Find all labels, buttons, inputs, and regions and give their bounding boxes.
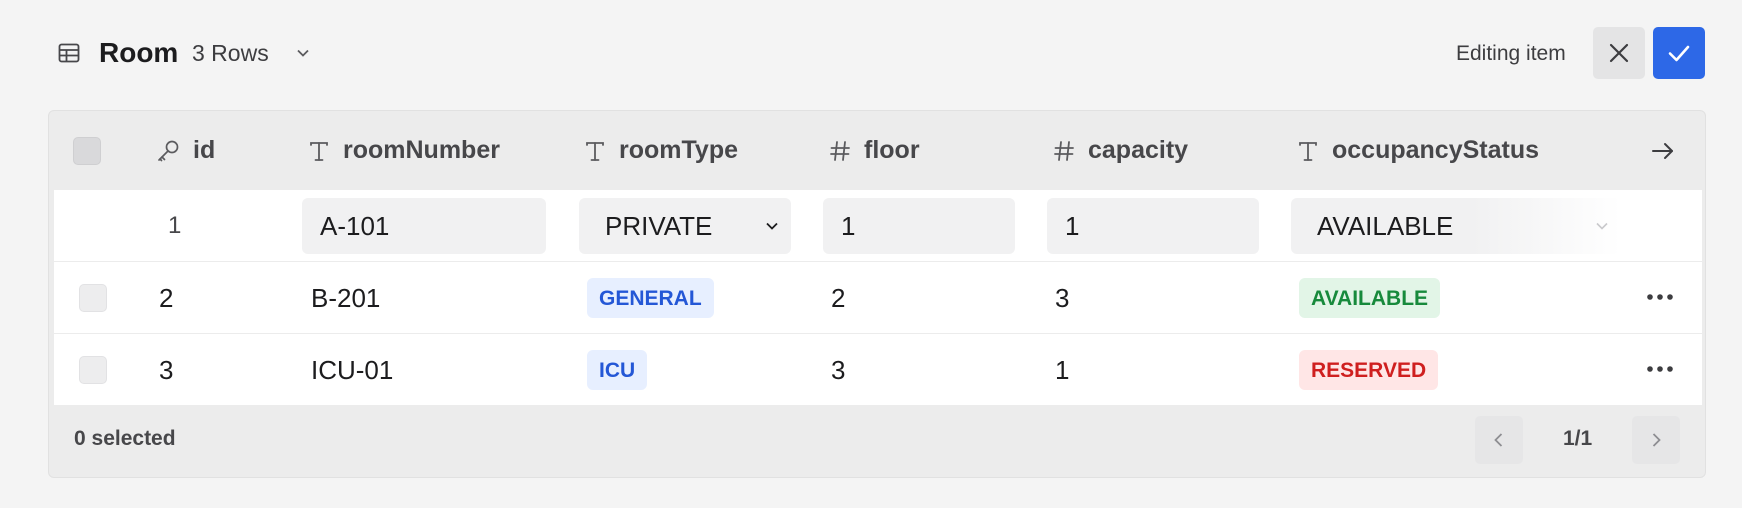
column-header-id[interactable]: id	[155, 111, 215, 190]
cell-floor: 2	[831, 282, 846, 313]
room-type-select[interactable]: PRIVATE	[579, 198, 791, 254]
cell-room-number: B-201	[311, 282, 381, 313]
key-icon	[158, 140, 179, 161]
cell-room-type: GENERAL	[587, 262, 714, 334]
cell-capacity: 1	[1055, 354, 1070, 385]
table-row-editing: 1 A-101 PRIVATE 1 1 AVAILABLE	[54, 190, 1702, 262]
prev-page-button[interactable]	[1475, 416, 1523, 464]
table-icon	[58, 43, 80, 63]
column-label-capacity: capacity	[1088, 136, 1189, 164]
cell-capacity: 3	[1055, 282, 1070, 313]
chevron-right-icon	[1652, 433, 1661, 447]
table-header-row: id roomNumber roomType floor capacity oc…	[49, 111, 1705, 190]
data-table: id roomNumber roomType floor capacity oc…	[48, 110, 1706, 478]
text-type-icon	[1299, 141, 1317, 161]
selection-count: 0 selected	[74, 427, 176, 450]
page-indicator: 1/1	[1563, 427, 1593, 450]
cell-id: 1	[168, 212, 182, 239]
room-number-input[interactable]: A-101	[302, 198, 546, 254]
row-checkbox[interactable]	[79, 356, 107, 384]
cell-occupancy-status: AVAILABLE	[1299, 262, 1441, 334]
chevron-down-icon[interactable]	[294, 44, 312, 62]
page-title: Room	[99, 37, 179, 68]
select-all-checkbox[interactable]	[73, 137, 101, 165]
editing-status-label: Editing item	[1456, 42, 1566, 65]
cell-occupancy-status: RESERVED	[1299, 334, 1439, 406]
save-edit-button[interactable]	[1653, 27, 1705, 79]
table-header-bar: Room 3 Rows Editing item	[0, 0, 1742, 108]
table-row[interactable]: 3 ICU-01 ICU 3 1 RESERVED	[54, 334, 1702, 406]
column-header-roomnumber[interactable]: roomNumber	[307, 111, 500, 190]
column-label-roomtype: roomType	[619, 136, 738, 164]
more-horizontal-icon[interactable]	[1645, 289, 1675, 305]
number-type-icon	[1054, 140, 1074, 161]
column-header-occupancystatus[interactable]: occupancyStatus	[1296, 111, 1539, 190]
column-header-roomtype[interactable]: roomType	[583, 111, 738, 190]
check-icon	[1668, 45, 1690, 62]
column-header-floor[interactable]: floor	[828, 111, 920, 190]
text-type-icon	[310, 141, 328, 161]
occupancy-status-select-value: AVAILABLE	[1317, 210, 1454, 241]
column-label-occupancystatus: occupancyStatus	[1332, 136, 1540, 164]
table-editor: Room 3 Rows Editing item id roomNumber r…	[0, 0, 1742, 508]
room-type-select-value: PRIVATE	[605, 210, 713, 241]
status-badge: RESERVED	[1299, 350, 1439, 390]
room-type-badge: GENERAL	[587, 278, 714, 318]
chevron-left-icon	[1494, 433, 1503, 447]
number-type-icon	[830, 140, 850, 161]
table-row[interactable]: 2 B-201 GENERAL 2 3 AVAILABLE	[54, 262, 1702, 334]
cell-floor: 3	[831, 354, 846, 385]
room-type-badge: ICU	[587, 350, 648, 390]
row-checkbox[interactable]	[79, 284, 107, 312]
column-label-id: id	[193, 136, 216, 164]
cancel-edit-button[interactable]	[1593, 27, 1645, 79]
chevron-down-icon	[1596, 222, 1608, 230]
rows-count-dropdown[interactable]: 3 Rows	[192, 40, 269, 67]
capacity-input[interactable]: 1	[1047, 198, 1259, 254]
status-badge: AVAILABLE	[1299, 278, 1441, 318]
cell-room-number: ICU-01	[311, 354, 394, 385]
arrow-right-icon[interactable]	[1649, 137, 1677, 165]
cell-id: 2	[159, 282, 174, 313]
column-header-capacity[interactable]: capacity	[1052, 111, 1188, 190]
column-label-roomnumber: roomNumber	[343, 136, 500, 164]
occupancy-status-select[interactable]: AVAILABLE	[1291, 198, 1621, 254]
table-body: 1 A-101 PRIVATE 1 1 AVAILABLE 2 B-201 GE…	[54, 190, 1702, 405]
cell-id: 3	[159, 354, 174, 385]
chevron-down-icon	[766, 222, 778, 230]
column-label-floor: floor	[864, 136, 920, 164]
text-type-icon	[586, 141, 604, 161]
cell-room-type: ICU	[587, 334, 648, 406]
close-icon	[1609, 43, 1629, 63]
more-horizontal-icon[interactable]	[1645, 361, 1675, 377]
floor-input[interactable]: 1	[823, 198, 1015, 254]
next-page-button[interactable]	[1632, 416, 1680, 464]
